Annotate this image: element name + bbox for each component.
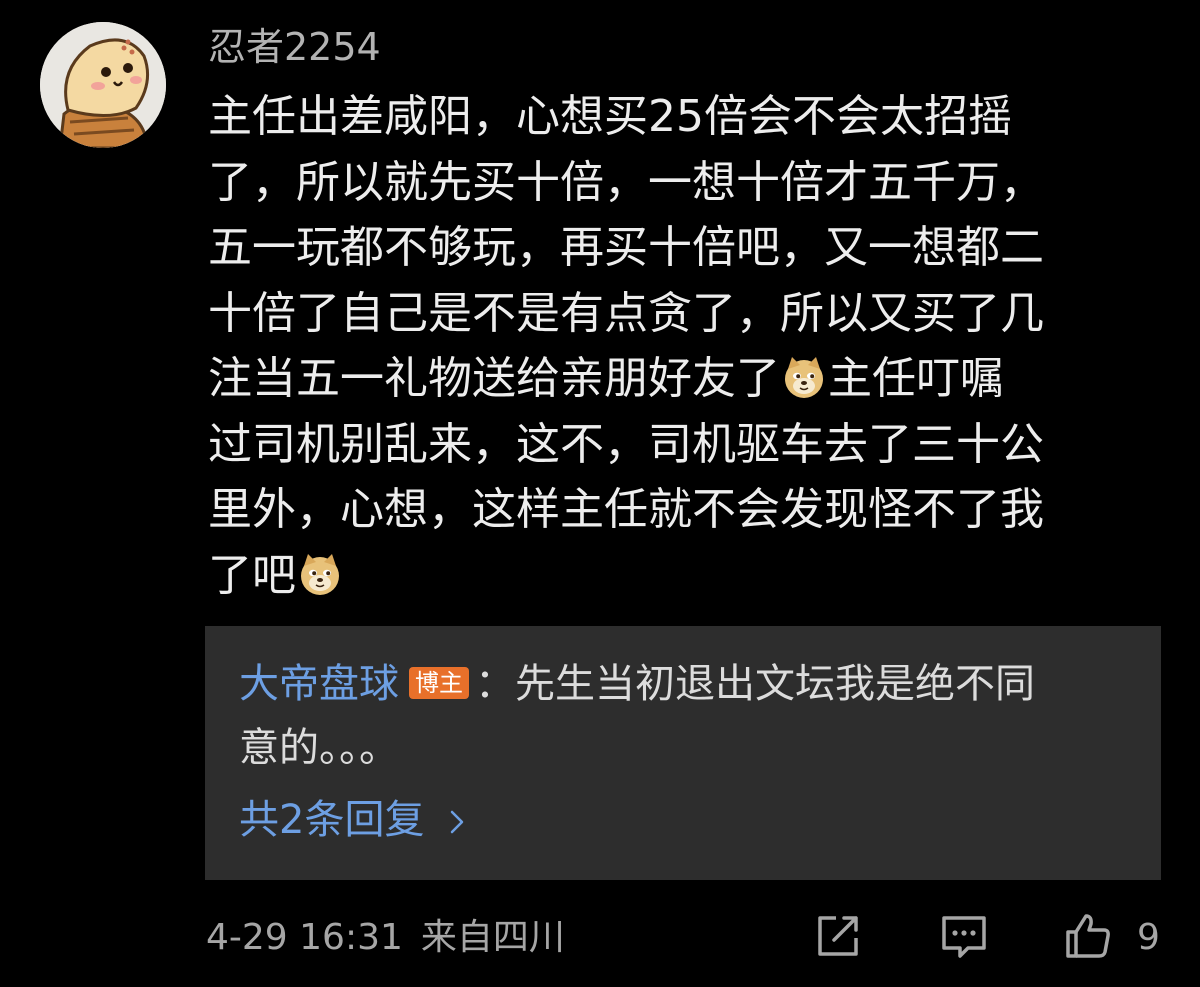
like-button[interactable] [1062,910,1114,962]
comment-line: 五一玩都不够玩，再买十倍吧，又一想都二 [208,222,1044,273]
view-replies-link[interactable]: 共2条回复 [239,788,470,852]
reply-line: 大帝盘球 博主 ：先生当初退出文坛我是绝不同 [239,652,1139,716]
thumbs-up-icon [1066,914,1110,958]
doge-icon [785,357,823,398]
comment-line: 里外，心想，这样主任就不会发现怪不了我 [208,484,1044,535]
author-badge: 博主 [409,667,469,699]
comment-meta: 4-29 16:31 来自四川 [206,914,565,962]
avatar[interactable] [40,22,166,148]
reply-body: 大帝盘球 博主 ：先生当初退出文坛我是绝不同 意的。。。 [239,652,1139,780]
comment-username[interactable]: 忍者2254 [208,22,381,72]
reply-line: 意的。。。 [239,725,399,771]
doge-icon [301,553,339,595]
comment-line: 了，所以就先买十倍，一想十倍才五千万， [208,156,1044,208]
comment-button[interactable] [938,910,990,962]
location: 来自四川 [420,917,565,958]
comment-line: 了吧 [208,543,1168,609]
comment-line: 过司机别乱来，这不，司机驱车去了三十公 [208,418,1044,470]
share-icon [818,916,858,956]
comment-line: 主任出差咸阳，心想买25倍会不会太招摇 [208,91,1012,142]
reply-author[interactable]: 大帝盘球 [239,661,399,707]
comment-line: 注当五一礼物送给亲朋好友了 主任叮嘱 [208,346,1168,412]
reply-separator: ： [475,661,515,707]
share-button[interactable] [812,910,864,962]
reply-text-segment: 先生当初退出文坛我是绝不同 [515,661,1035,707]
view-replies-label: 共2条回复 [239,797,425,843]
comment-body: 主任出差咸阳，心想买25倍会不会太招摇 了，所以就先买十倍，一想十倍才五千万， … [208,84,1168,608]
comment-icon [942,916,986,958]
chevron-right-icon [451,810,464,834]
reply-preview[interactable]: 大帝盘球 博主 ：先生当初退出文坛我是绝不同 意的。。。 共2条回复 [205,626,1161,880]
comment-text-segment: 主任叮嘱 [828,353,1004,404]
timestamp: 4-29 16:31 [206,917,403,958]
comment-text-segment: 注当五一礼物送给亲朋好友了 [208,353,780,404]
comment-text-segment: 了吧 [208,549,296,601]
comment-line: 十倍了自己是不是有点贪了，所以又买了几 [208,287,1044,339]
like-count: 9 [1137,917,1160,958]
